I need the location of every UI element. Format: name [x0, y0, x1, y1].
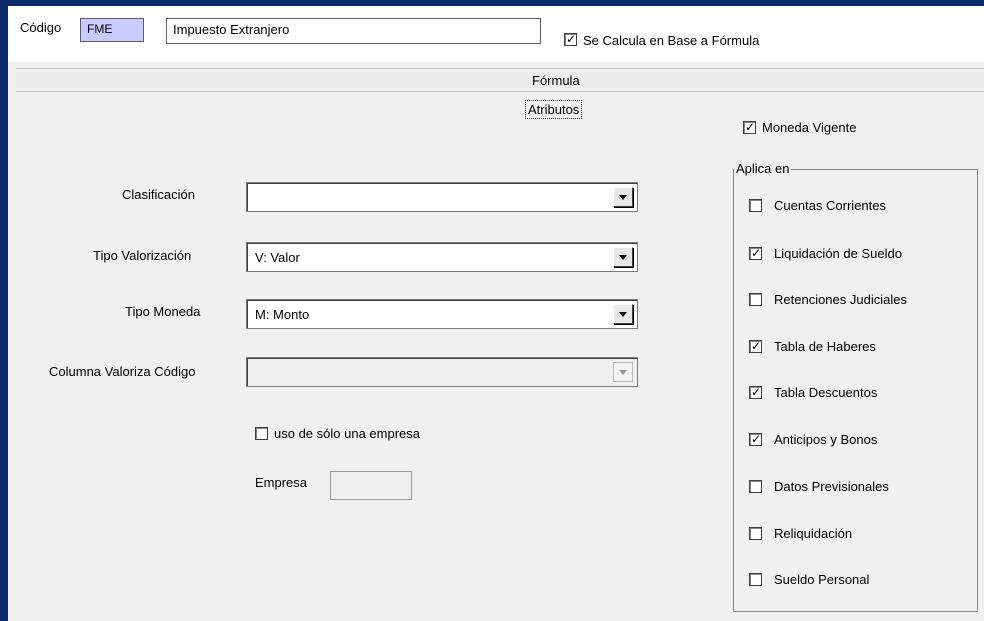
check-icon: ✓ — [751, 432, 762, 446]
formula-checkbox[interactable]: ✓ — [564, 32, 577, 46]
aplica-label-liquidacion-sueldo: Liquidación de Sueldo — [774, 246, 902, 261]
aplica-label-cuentas-corrientes: Cuentas Corrientes — [774, 198, 886, 213]
aplica-checkbox-tabla-haberes[interactable]: ✓ — [749, 339, 762, 353]
moneda-vigente-label: Moneda Vigente — [762, 120, 857, 135]
clasificacion-label: Clasificación — [122, 187, 195, 202]
aplica-label-anticipos-bonos: Anticipos y Bonos — [774, 432, 878, 447]
aplica-checkbox-anticipos-bonos[interactable]: ✓ — [749, 432, 762, 446]
moneda-vigente-checkbox[interactable]: ✓ — [743, 120, 756, 134]
tipo-moneda-value: M: Monto — [255, 307, 310, 322]
chevron-down-icon[interactable] — [613, 187, 633, 207]
aplica-checkbox-reliquidacion[interactable] — [749, 527, 762, 540]
chevron-down-icon[interactable] — [613, 304, 633, 324]
nombre-field[interactable]: Impuesto Extranjero — [166, 18, 541, 44]
aplica-label-tabla-haberes: Tabla de Haberes — [774, 339, 876, 354]
check-icon: ✓ — [751, 339, 762, 353]
check-icon: ✓ — [745, 120, 756, 134]
chevron-down-icon — [613, 362, 633, 382]
codigo-label: Código — [20, 20, 62, 35]
aplica-label-datos-previsionales: Datos Previsionales — [774, 479, 889, 494]
aplica-checkbox-liquidacion-sueldo[interactable]: ✓ — [749, 246, 762, 260]
window-frame: Código FME Impuesto Extranjero ✓ Se Calc… — [0, 0, 984, 621]
aplica-checkbox-retenciones-judiciales[interactable] — [749, 293, 762, 306]
una-empresa-checkbox[interactable] — [255, 427, 268, 440]
aplica-checkbox-datos-previsionales[interactable] — [749, 480, 762, 493]
aplica-en-title: Aplica en — [734, 161, 792, 176]
columna-valoriza-select — [246, 357, 638, 387]
codigo-field[interactable]: FME — [80, 18, 144, 42]
tipo-moneda-select[interactable]: M: Monto — [246, 299, 638, 329]
formula-checkbox-label: Se Calcula en Base a Fórmula — [583, 33, 760, 48]
empresa-field — [330, 471, 412, 500]
aplica-label-sueldo-personal: Sueldo Personal — [774, 572, 870, 587]
aplica-checkbox-tabla-descuentos[interactable]: ✓ — [749, 385, 762, 399]
tab-formula-label: Fórmula — [532, 73, 580, 88]
tipo-valorizacion-value: V: Valor — [255, 250, 300, 265]
aplica-checkbox-sueldo-personal[interactable] — [749, 573, 762, 586]
tab-atributos[interactable]: Atributos — [525, 100, 583, 119]
columna-valoriza-label: Columna Valoriza Código — [49, 364, 196, 379]
clasificacion-select[interactable] — [246, 182, 638, 212]
empresa-label: Empresa — [255, 475, 308, 490]
aplica-checkbox-cuentas-corrientes[interactable] — [749, 199, 762, 212]
aplica-label-retenciones-judiciales: Retenciones Judiciales — [774, 292, 907, 307]
check-icon: ✓ — [751, 385, 762, 399]
una-empresa-label: uso de sólo una empresa — [274, 426, 420, 441]
tipo-valorizacion-select[interactable]: V: Valor — [246, 242, 638, 272]
tipo-moneda-label: Tipo Moneda — [125, 304, 201, 319]
check-icon: ✓ — [566, 32, 577, 46]
tipo-valorizacion-label: Tipo Valorización — [93, 248, 192, 263]
aplica-label-reliquidacion: Reliquidación — [774, 526, 853, 541]
header-panel: Código FME Impuesto Extranjero ✓ Se Calc… — [8, 6, 984, 62]
tab-formula[interactable]: Fórmula — [16, 68, 984, 92]
check-icon: ✓ — [751, 246, 762, 260]
chevron-down-icon[interactable] — [613, 247, 633, 267]
aplica-label-tabla-descuentos: Tabla Descuentos — [774, 385, 878, 400]
form-panel: Código FME Impuesto Extranjero ✓ Se Calc… — [8, 6, 984, 621]
